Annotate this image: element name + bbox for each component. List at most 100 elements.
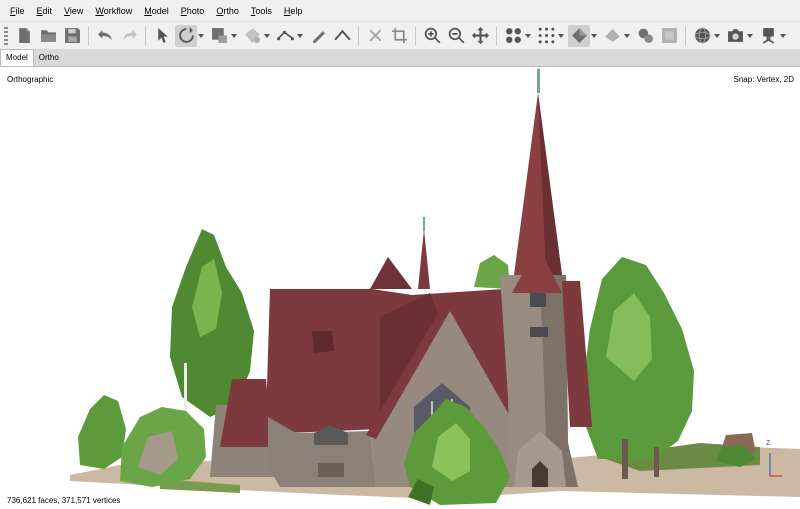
capture-icon xyxy=(727,29,743,42)
zoom-in-button[interactable] xyxy=(421,25,443,47)
delete-button[interactable] xyxy=(364,25,386,47)
model-dropdown[interactable] xyxy=(591,25,597,47)
chevron-down-icon xyxy=(624,33,630,38)
draw-polygon-button[interactable] xyxy=(331,25,353,47)
rotate-dropdown[interactable] xyxy=(198,25,204,47)
chevron-down-icon xyxy=(591,33,597,38)
show-cameras-button[interactable] xyxy=(502,25,524,47)
chevron-down-icon xyxy=(780,33,786,38)
selection-dropdown[interactable] xyxy=(231,25,237,47)
model-solid-button[interactable] xyxy=(601,25,623,47)
menu-view[interactable]: View xyxy=(58,0,89,22)
ruler-icon xyxy=(276,30,294,41)
camera-settings-button[interactable] xyxy=(757,25,779,47)
menu-photo[interactable]: Photo xyxy=(175,0,211,22)
solid-dropdown[interactable] xyxy=(624,25,630,47)
toolbar-grip[interactable] xyxy=(4,26,8,45)
model-solid-icon xyxy=(604,29,620,42)
menu-label-rest: rtho xyxy=(223,5,239,16)
save-icon xyxy=(64,28,80,43)
open-button[interactable] xyxy=(37,25,59,47)
projection-label: Orthographic xyxy=(7,75,54,84)
redo-icon xyxy=(122,30,137,41)
draw-polygon-icon xyxy=(333,29,351,41)
menu-file[interactable]: File xyxy=(4,0,31,22)
menu-ortho[interactable]: Ortho xyxy=(210,0,245,22)
tree-trunk xyxy=(654,447,659,477)
crop-button[interactable] xyxy=(388,25,410,47)
menu-model[interactable]: Model xyxy=(138,0,175,22)
new-document-button[interactable] xyxy=(13,25,35,47)
toolbar-separator xyxy=(358,25,359,46)
chevron-down-icon xyxy=(198,33,204,38)
toolbar-separator xyxy=(415,25,416,46)
dem-button[interactable] xyxy=(658,25,680,47)
tab-ortho[interactable]: Ortho xyxy=(34,50,64,66)
navigation-pointer-icon xyxy=(157,28,168,43)
menu-label-rest: iew xyxy=(69,5,84,16)
sphere-button[interactable] xyxy=(691,25,713,47)
rotate-object-button[interactable] xyxy=(175,24,197,47)
move-button[interactable] xyxy=(469,25,491,47)
menu-label-rest: ile xyxy=(15,5,25,16)
tree-trunk xyxy=(184,363,187,415)
menu-edit[interactable]: Edit xyxy=(31,0,59,22)
capture-button[interactable] xyxy=(724,25,746,47)
main-toolbar xyxy=(0,22,800,50)
region-selection-icon xyxy=(211,28,227,43)
texture-icon xyxy=(638,28,653,43)
draw-polyline-button[interactable] xyxy=(307,25,329,47)
navigation-button[interactable] xyxy=(151,25,173,47)
menu-bar: File Edit View Workflow Model Photo Ortho Tools… xyxy=(0,0,800,22)
undo-icon xyxy=(97,30,112,41)
roof-dormer xyxy=(312,331,334,353)
menu-help[interactable]: Help xyxy=(278,0,309,22)
show-points-button[interactable] xyxy=(535,25,557,47)
draw-polyline-icon xyxy=(312,31,325,43)
toolbar-separator xyxy=(88,25,89,46)
dem-icon xyxy=(661,28,677,43)
tab-model[interactable]: Model xyxy=(0,49,34,66)
zoom-out-button[interactable] xyxy=(445,25,467,47)
back-spire-finial xyxy=(423,217,425,231)
back-gable xyxy=(370,257,412,289)
undo-button[interactable] xyxy=(94,25,116,47)
redo-button[interactable] xyxy=(118,25,140,47)
ruler-dropdown[interactable] xyxy=(297,25,303,47)
menu-label-rest: hoto xyxy=(186,5,205,16)
texture-button[interactable] xyxy=(634,25,656,47)
new-document-icon xyxy=(18,28,30,43)
menu-workflow[interactable]: Workflow xyxy=(89,0,138,22)
menu-mnemonic: W xyxy=(95,5,104,16)
view-tab-bar: Model Ortho xyxy=(0,49,800,67)
sphere-icon xyxy=(694,27,710,44)
free-form-dropdown[interactable] xyxy=(264,25,270,47)
chevron-down-icon xyxy=(714,33,720,38)
menu-tools[interactable]: Tools xyxy=(245,0,278,22)
move-icon xyxy=(471,27,489,44)
tree-trunk xyxy=(622,439,628,479)
menu-label-rest: odel xyxy=(151,5,169,16)
capture-dropdown[interactable] xyxy=(747,25,753,47)
delete-icon xyxy=(369,29,381,42)
rotate-object-icon xyxy=(178,27,194,43)
save-button[interactable] xyxy=(61,25,83,47)
chevron-down-icon xyxy=(525,33,531,38)
tower-window xyxy=(530,327,548,337)
camera-dropdown[interactable] xyxy=(780,25,786,47)
chevron-down-icon xyxy=(297,33,303,38)
zoom-out-icon xyxy=(448,27,465,44)
back-spire xyxy=(418,229,430,289)
church-3d-model xyxy=(70,69,800,505)
model-shaded-button[interactable] xyxy=(568,24,590,47)
cameras-dropdown[interactable] xyxy=(525,25,531,47)
region-selection-button[interactable] xyxy=(208,25,230,47)
model-shaded-icon xyxy=(571,28,587,43)
model-viewport[interactable]: Orthographic Snap: Vertex, 2D 736,621 fa… xyxy=(0,67,800,509)
sphere-dropdown[interactable] xyxy=(714,25,720,47)
crop-icon xyxy=(391,28,407,43)
ruler-button[interactable] xyxy=(274,25,296,47)
points-dropdown[interactable] xyxy=(558,25,564,47)
free-form-selection-button[interactable] xyxy=(241,25,263,47)
zoom-in-icon xyxy=(424,27,441,44)
